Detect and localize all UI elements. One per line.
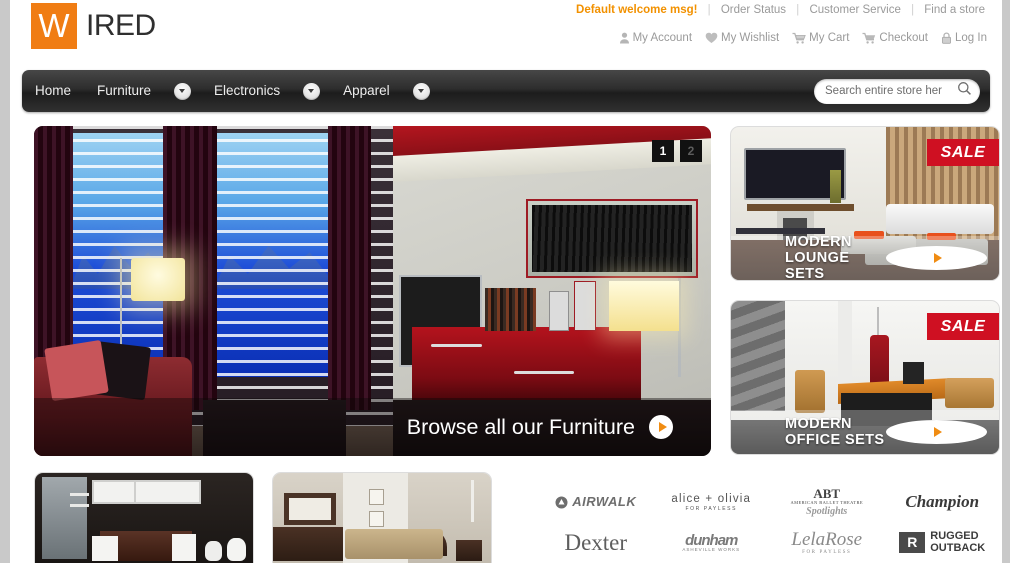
header-link-order-status[interactable]: Order Status: [721, 4, 786, 16]
header-link-find-a-store[interactable]: Find a store: [924, 4, 985, 16]
promo-banner-lounge[interactable]: SALE MODERN LOUNGE SETS: [730, 126, 1000, 281]
hero-slider[interactable]: 1 2 Browse all our Furniture: [34, 126, 711, 456]
cart-icon: [792, 32, 806, 44]
nav-item-electronics[interactable]: Electronics: [201, 70, 293, 112]
main-navigation: Home Furniture Electronics Apparel: [22, 70, 990, 112]
my-cart-link[interactable]: My Cart: [792, 32, 849, 44]
brand-name-lela-rose: LelaRose: [791, 529, 863, 551]
sale-badge: SALE: [927, 139, 999, 166]
logo-mark: W: [31, 3, 77, 49]
brand-name-airwalk: AIRWALK: [572, 494, 637, 510]
brand-logo-dunham[interactable]: dunham ASHEVILLE WORKS: [682, 531, 741, 553]
chevron-down-icon-apparel[interactable]: [412, 82, 430, 100]
brand-logo-alice-olivia[interactable]: alice + olivia FOR PAYLESS: [671, 493, 751, 512]
brand-logo-dexter[interactable]: Dexter: [564, 529, 628, 555]
heart-icon: [705, 32, 718, 44]
header-top-links: Default welcome msg! | Order Status | Cu…: [576, 4, 985, 16]
hero-page-1[interactable]: 1: [652, 140, 674, 162]
brand-logo-airwalk[interactable]: AIRWALK: [555, 495, 636, 509]
rugged-outback-mark-icon: R: [899, 532, 926, 554]
hero-pagination: 1 2: [652, 140, 702, 162]
welcome-message: Default welcome msg!: [576, 4, 698, 16]
my-account-label: My Account: [632, 32, 693, 44]
checkout-cart-icon: [862, 32, 876, 44]
brand-sub-dunham: ASHEVILLE WORKS: [682, 547, 741, 553]
my-cart-label: My Cart: [809, 32, 850, 44]
sale-badge: SALE: [927, 313, 999, 340]
nav-item-home[interactable]: Home: [22, 70, 84, 112]
promo-caption-lounge[interactable]: MODERN LOUNGE SETS: [731, 234, 999, 281]
play-arrow-icon[interactable]: [886, 420, 987, 444]
hero-caption[interactable]: Browse all our Furniture: [34, 398, 711, 456]
header-account-links: My Account My Wishlist My Cart Checkout: [619, 32, 987, 44]
my-wishlist-label: My Wishlist: [721, 32, 780, 44]
nav-item-apparel[interactable]: Apparel: [330, 70, 403, 112]
brand-logo-rugged-outback[interactable]: R RUGGED OUTBACK: [899, 531, 985, 554]
my-wishlist-link[interactable]: My Wishlist: [705, 32, 779, 44]
promo-caption-office[interactable]: MODERN OFFICE SETS: [731, 410, 999, 454]
brand-logo-lela-rose[interactable]: LelaRose FOR PAYLESS: [791, 530, 862, 555]
brand-logo-champion[interactable]: Champion: [905, 493, 979, 511]
brand-name-dunham: dunham: [685, 531, 738, 549]
page-root: W IRED Default welcome msg! | Order Stat…: [10, 0, 1002, 563]
site-logo[interactable]: W IRED: [31, 3, 156, 49]
brand-logo-grid: AIRWALK alice + olivia FOR PAYLESS ABT A…: [538, 482, 1000, 563]
promo-banner-office[interactable]: SALE MODERN OFFICE SETS: [730, 300, 1000, 455]
chevron-down-icon-electronics[interactable]: [303, 82, 321, 100]
site-header: W IRED Default welcome msg! | Order Stat…: [10, 0, 1002, 60]
chevron-down-icon-furniture[interactable]: [174, 82, 192, 100]
logo-text: IRED: [86, 9, 156, 42]
brand-tagline-abt: Spotlights: [806, 505, 848, 517]
header-link-customer-service[interactable]: Customer Service: [809, 4, 900, 16]
bottom-section: AIRWALK alice + olivia FOR PAYLESS ABT A…: [34, 472, 1000, 563]
brand-name-outback: OUTBACK: [930, 541, 986, 554]
brand-sub-alice-olivia: FOR PAYLESS: [685, 505, 738, 512]
nav-item-furniture[interactable]: Furniture: [84, 70, 164, 112]
promo-title-office: MODERN OFFICE SETS: [785, 416, 885, 448]
search-input[interactable]: [825, 85, 957, 97]
brand-logo-abt[interactable]: ABT AMERICAN BALLET THEATRE Spotlights: [790, 487, 863, 517]
brand-sub-lela-rose: FOR PAYLESS: [802, 550, 852, 556]
checkout-label: Checkout: [879, 32, 929, 44]
brand-name-champion: Champion: [905, 492, 980, 512]
separator: |: [911, 4, 915, 16]
log-in-link[interactable]: Log In: [941, 32, 987, 44]
bedroom-furniture-tile[interactable]: [272, 472, 492, 563]
checkout-link[interactable]: Checkout: [862, 32, 928, 44]
airwalk-mark-icon: [555, 496, 568, 509]
play-arrow-icon[interactable]: [649, 415, 673, 439]
my-account-link[interactable]: My Account: [619, 32, 692, 44]
user-icon: [619, 32, 630, 44]
promo-title-lounge: MODERN LOUNGE SETS: [785, 234, 852, 281]
bathroom-furniture-tile[interactable]: [34, 472, 254, 563]
separator: |: [796, 4, 800, 16]
hero-caption-text: Browse all our Furniture: [406, 414, 635, 439]
brand-name-alice-olivia: alice + olivia: [671, 492, 752, 505]
lock-icon: [941, 32, 952, 44]
hero-page-2[interactable]: 2: [680, 140, 702, 162]
brand-name-dexter: Dexter: [564, 529, 628, 555]
search-box[interactable]: [814, 78, 980, 104]
brand-sub-abt: AMERICAN BALLET THEATRE: [790, 499, 864, 505]
search-icon[interactable]: [957, 81, 972, 101]
play-arrow-icon[interactable]: [886, 246, 987, 270]
log-in-label: Log In: [955, 32, 987, 44]
separator: |: [707, 4, 711, 16]
